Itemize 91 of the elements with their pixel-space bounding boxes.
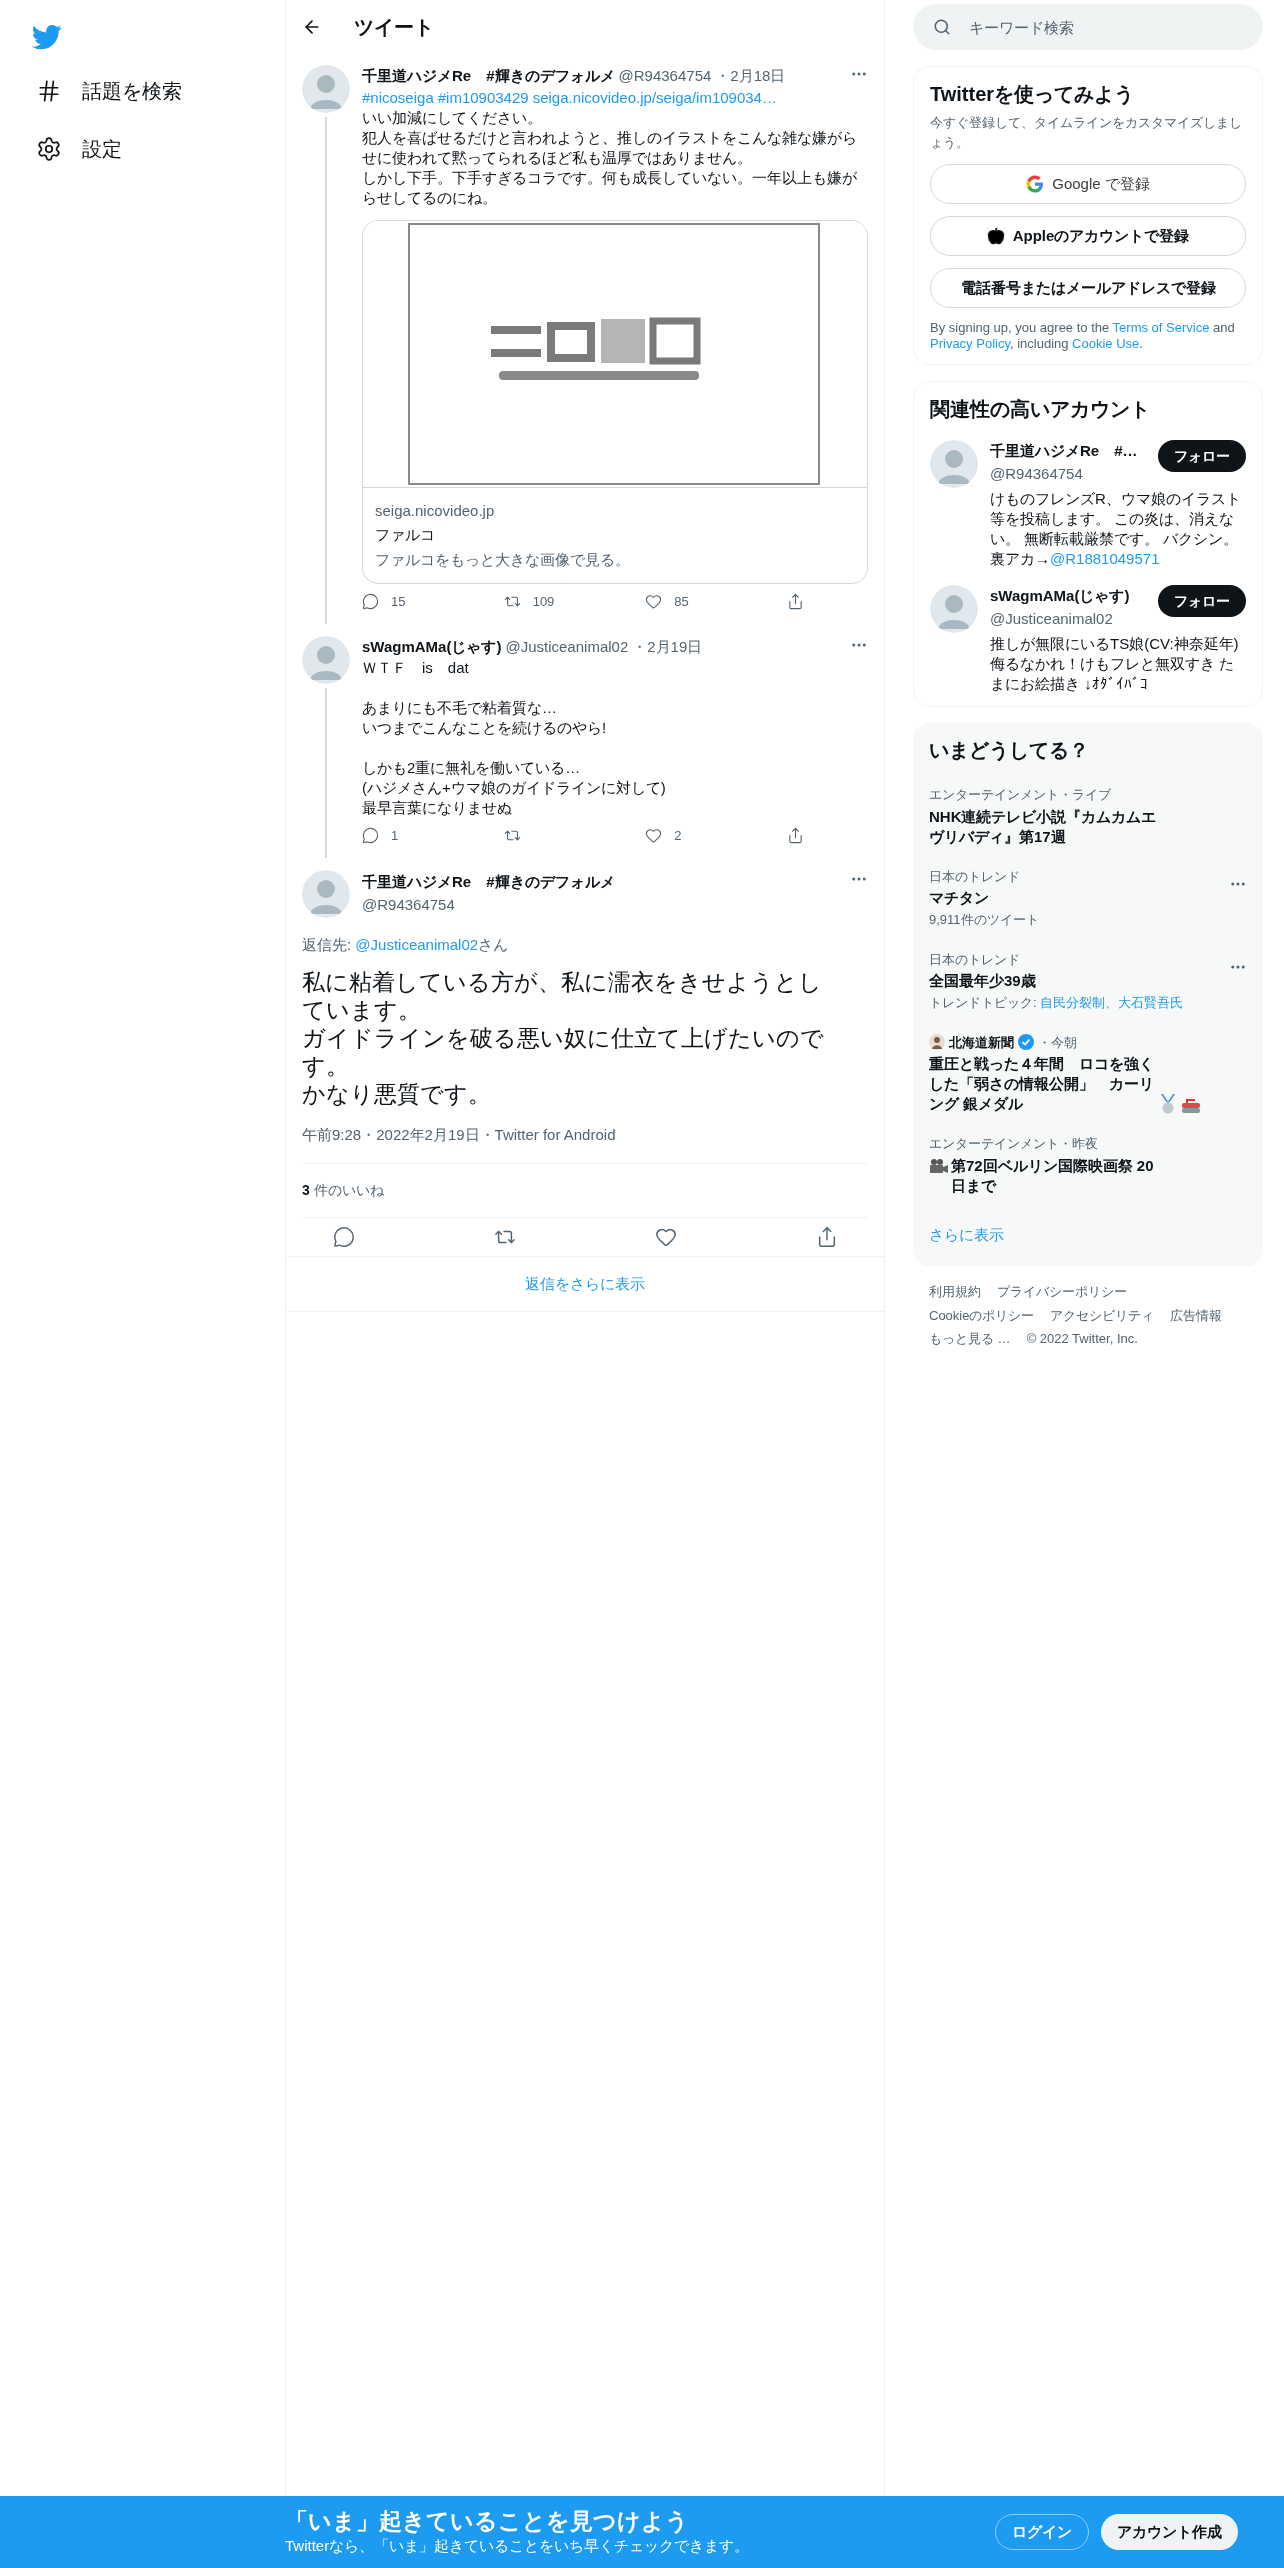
tweet-date[interactable]: ・2月19日 [632, 635, 703, 658]
author-name[interactable]: 千里道ハジメRe #輝きのデフォルメ [362, 871, 838, 894]
banner-subtitle: Twitterなら、「いま」起きていることをいち早くチェックできます。 [285, 2535, 750, 2556]
tweet-text: いい加減にしてください。 [362, 107, 543, 128]
reply-context: 返信先: @Justiceanimal02さん [302, 934, 510, 955]
trend-context: 日本のトレンド [929, 950, 1021, 969]
author-handle: @Justiceanimal02 [505, 636, 629, 657]
card-description: ファルコをもっと大きな画像で見る。 [375, 549, 631, 570]
share-button[interactable] [786, 592, 804, 612]
tweet-text: 最早言葉になりませぬ [362, 798, 513, 818]
bird-logo-icon[interactable] [32, 22, 62, 52]
tweet-text: しかも2重に無礼を働いている… [362, 758, 582, 778]
author-name[interactable]: 千里道ハジメRe #輝きのデフォルメ [362, 65, 615, 88]
follow-button[interactable]: フォロー [1158, 440, 1246, 472]
account-handle: @R94364754 [990, 463, 1084, 484]
author-handle: @R94364754 [618, 66, 712, 86]
medal-icon [1159, 1094, 1177, 1114]
card-heading: Twitterを使ってみよう [930, 82, 1136, 107]
footer-link[interactable]: アクセシビリティ [1050, 1305, 1155, 1325]
trend-title[interactable]: NHK連続テレビ小説『カムカムエヴリバディ』第17週 [929, 806, 1157, 847]
speech-bubble-icon [332, 1225, 355, 1248]
link-card[interactable]: seiga.nicovideo.jp ファルコ ファルコをもっと大きな画像で見る。 [362, 219, 868, 584]
account-handle: @Justiceanimal02 [990, 608, 1114, 629]
source-avatar-icon [929, 1034, 945, 1051]
legal-text: By signing up, you agree to the Terms of Service and Privacy Policy, including Cookie Use. [930, 320, 1236, 352]
trend-title[interactable]: マチタン [929, 888, 989, 908]
account-name[interactable]: sWagmAMa(じゃす) [990, 585, 1130, 608]
trend-context: エンターテインメント・ライブ [929, 786, 1112, 804]
search-field[interactable]: キーワード検索 [913, 4, 1263, 50]
footer-link[interactable]: もっと見る … [929, 1329, 1011, 1349]
footer-link[interactable]: 利用規約 [929, 1282, 981, 1302]
account-bio: 推しが無限にいるTS娘(CV:神奈延年) 侮るなかれ！けもフレと無双すき たまにお絵描き ↓ｵﾀﾞｲﾊﾞｺ [990, 634, 1240, 694]
heart-icon [645, 827, 663, 845]
page-title: ツイート [354, 14, 434, 40]
trend-title[interactable]: 重圧と戦った４年間 ロコを強くした「弱さの情報公開」 カーリング 銀メダル [929, 1054, 1157, 1114]
curling-stone-icon [1181, 1098, 1201, 1114]
card-heading: 関連性の高いアカウント [930, 397, 1151, 422]
account-bio: けものフレンズR、ウマ娘のイラスト等を投稿します。 この炎は、消えない。 無断転載厳禁です。 バクシン。裏アカ→@R1881049571 [990, 489, 1242, 569]
footer-link[interactable]: 広告情報 [1170, 1305, 1223, 1325]
nav-item[interactable]: 設定 [24, 122, 134, 176]
tweet-text: (ハジメさん+ウマ娘のガイドラインに対して) [362, 778, 667, 798]
reply-button[interactable]: 1 [362, 826, 462, 846]
share-icon [786, 593, 804, 611]
trend-context: エンターテインメント・昨夜 [929, 1135, 1099, 1153]
banner-title: 「いま」起きていることを見つけよう [285, 2506, 690, 2535]
tweet-text: ガイドラインを破る悪い奴に仕立て上げたいのです。 [302, 1024, 825, 1080]
like-count[interactable]: 3 [302, 1179, 310, 1201]
news-time: ・今朝 [1038, 1033, 1077, 1052]
like-button[interactable]: 85 [645, 592, 746, 612]
like-button[interactable]: 2 [645, 826, 746, 846]
retweet-button[interactable]: 109 [503, 592, 604, 612]
tweet-text: しかし下手。下手すぎるコラです。何も成長していない。一年以上も嫌がらせしてるのにね。 [362, 167, 858, 208]
tweet-text: 私に粘着している方が、私に濡衣をきせようとしています。 [302, 968, 823, 1024]
news-source: 北海道新聞 [949, 1033, 1014, 1052]
tweet-text: かなり悪質です。 [302, 1080, 492, 1108]
nav-item[interactable]: 話題を検索 [24, 64, 194, 118]
apple-logo-icon [986, 227, 1005, 245]
tweet-text: あまりにも不毛で粘着質な… [362, 698, 558, 718]
footer-link[interactable]: プライバシーポリシー [997, 1282, 1127, 1302]
search-icon [933, 18, 951, 36]
speech-bubble-icon [362, 827, 379, 845]
tweet-text: 犯人を喜ばせるだけと言われようと、推しのイラストをこんな雑な嫌がらせに使われて黙ってられるほど私も温厚ではありません。 [362, 127, 858, 168]
tweet-count: 9,911件のツイート [929, 911, 1040, 929]
card-title: ファルコ [375, 525, 436, 545]
g-logo-icon [1026, 175, 1045, 193]
card-subtitle: 今すぐ登録して、タイムラインをカスタマイズしましょう。 [930, 114, 1243, 152]
share-icon [786, 827, 804, 845]
signup-button[interactable]: アカウント作成 [1101, 2514, 1238, 2550]
tweet-date[interactable]: ・2月18日 [715, 65, 786, 88]
tweet-text: ＷＴＦ is dat [362, 658, 470, 678]
card-heading: いまどうしてる？ [929, 738, 1090, 763]
trend-topics: トレンドトピック: 自民分裂制、大石賢吾氏 [929, 994, 1185, 1012]
trend-title[interactable]: 全国最年少39歳 [929, 971, 1036, 991]
trend-title[interactable]: 第72回ベルリン国際映画祭 20日まで [951, 1155, 1161, 1196]
footer-link[interactable]: Cookieのポリシー [929, 1305, 1035, 1325]
speech-bubble-icon [362, 593, 379, 611]
like-label[interactable]: 件のいいね [313, 1179, 384, 1201]
movie-camera-icon [929, 1157, 949, 1174]
card-domain: seiga.nicovideo.jp [375, 500, 496, 521]
gear-icon [36, 136, 62, 162]
author-name[interactable]: sWagmAMa(じゃす) [362, 635, 502, 658]
copyright: © 2022 Twitter, Inc. [1026, 1330, 1138, 1348]
share-button[interactable] [786, 826, 804, 846]
tweet-text: いつまでこんなことを続けるのやら! [362, 718, 608, 738]
heart-icon [645, 593, 663, 611]
reply-button[interactable]: 15 [362, 592, 462, 612]
account-name[interactable]: 千里道ハジメRe #… [990, 440, 1138, 463]
tweet-meta: 午前9:28・2022年2月19日・Twitter for Android [302, 1124, 868, 1164]
trend-context: 日本のトレンド [929, 867, 1021, 886]
follow-button[interactable]: フォロー [1158, 585, 1246, 617]
author-handle: @R94364754 [362, 894, 456, 915]
